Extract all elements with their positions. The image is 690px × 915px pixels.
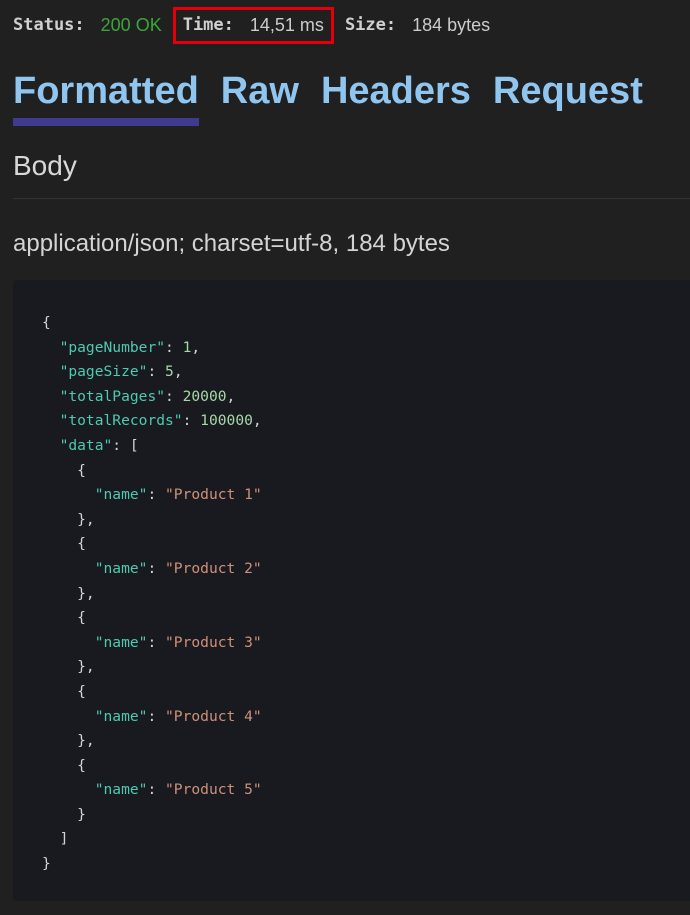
time-highlight: Time: 14,51 ms	[172, 6, 334, 44]
time-label: Time:	[182, 15, 234, 35]
tab-request[interactable]: Request	[493, 70, 643, 126]
json-key: "totalRecords"	[59, 412, 183, 430]
json-string: "Product 5"	[165, 781, 262, 799]
json-string: "Product 2"	[165, 559, 262, 577]
json-key: "name"	[94, 486, 148, 504]
tab-headers[interactable]: Headers	[321, 70, 471, 126]
json-body: { "pageNumber": 1, "pageSize": 5, "total…	[42, 314, 262, 873]
json-number: 20000	[182, 387, 227, 405]
json-code-block[interactable]: { "pageNumber": 1, "pageSize": 5, "total…	[13, 280, 690, 901]
json-key: "name"	[94, 559, 148, 577]
size-group: Size: 184 bytes	[345, 15, 490, 36]
json-string: "Product 3"	[165, 633, 262, 651]
json-key: "name"	[94, 707, 148, 725]
json-number: 1	[182, 338, 192, 356]
content-type-info: application/json; charset=utf-8, 184 byt…	[13, 230, 450, 257]
body-heading: Body	[13, 150, 77, 181]
json-key: "data"	[59, 436, 113, 454]
status-bar: Status: 200 OK Time: 14,51 ms Size: 184 …	[13, 6, 490, 44]
json-string: "Product 4"	[165, 707, 262, 725]
size-value: 184 bytes	[412, 14, 491, 35]
time-value: 14,51 ms	[249, 14, 324, 35]
divider	[13, 198, 690, 199]
tab-raw[interactable]: Raw	[221, 70, 299, 126]
json-key: "pageSize"	[59, 363, 148, 381]
status-value: 200 OK	[100, 14, 162, 35]
tab-formatted[interactable]: Formatted	[13, 70, 199, 126]
status-label: Status:	[13, 15, 85, 35]
json-number: 100000	[200, 412, 253, 430]
json-key: "totalPages"	[59, 387, 166, 405]
json-key: "name"	[94, 633, 148, 651]
json-string: "Product 1"	[165, 486, 262, 504]
size-label: Size:	[344, 15, 397, 35]
response-tabs: Formatted Raw Headers Request	[13, 70, 665, 126]
json-key: "name"	[94, 781, 148, 799]
json-number: 5	[165, 363, 174, 381]
json-key: "pageNumber"	[59, 338, 166, 356]
